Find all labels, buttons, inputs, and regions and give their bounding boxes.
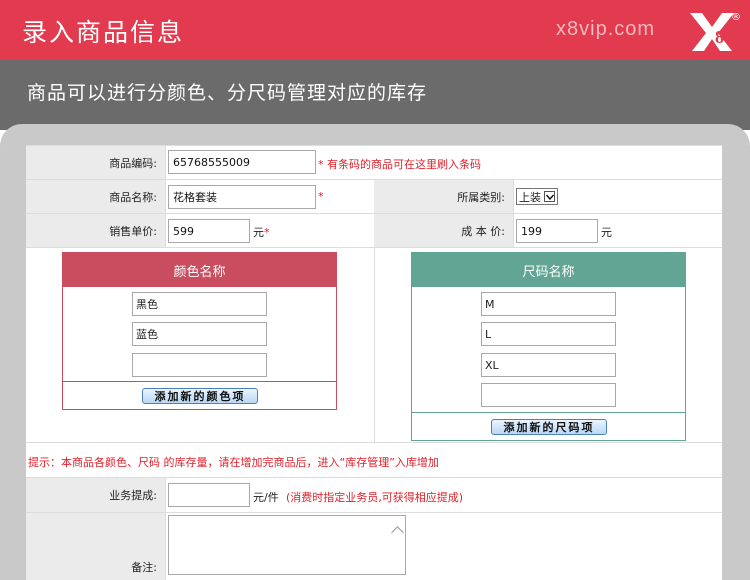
size-panel: 尺码名称 M L XL 添加新的尺码项 — [411, 252, 686, 441]
subtitle-band: 商品可以进行分颜色、分尺码管理对应的库存 — [0, 60, 750, 130]
svg-text:®: ® — [731, 12, 740, 23]
color-panel-header: 颜色名称 — [63, 253, 336, 287]
stock-tip: 提示：本商品各颜色、尺码 的库存量，请在增加完商品后，进入“库存管理”入库增加 — [28, 456, 439, 469]
remark-textarea[interactable] — [168, 515, 406, 575]
size-input-1[interactable]: M — [481, 292, 616, 316]
color-input-2[interactable]: 蓝色 — [132, 322, 267, 346]
product-code-input[interactable]: 65768555009 — [168, 150, 316, 174]
subtitle-text: 商品可以进行分颜色、分尺码管理对应的库存 — [27, 82, 428, 104]
top-banner: 录入商品信息 x8vip.com 8 ® — [0, 0, 750, 60]
commission-label: 业务提成: — [26, 478, 165, 512]
row-product-code: 商品编码: 65768555009 * 有条码的商品可在这里刷入条码 — [26, 146, 722, 180]
color-input-3[interactable] — [132, 353, 267, 377]
brand-logo: 8 ® — [688, 7, 741, 53]
row-variants: 颜色名称 黑色 蓝色 添加新的颜色项 尺码名称 M L XL 添加新的尺码项 — [26, 248, 722, 443]
cost-label: 成 本 价: — [374, 214, 513, 247]
chevron-down-icon[interactable] — [544, 191, 555, 202]
add-size-button[interactable]: 添加新的尺码项 — [491, 419, 607, 435]
color-panel: 颜色名称 黑色 蓝色 添加新的颜色项 — [62, 252, 337, 410]
scroll-up-icon[interactable] — [391, 526, 404, 539]
size-input-2[interactable]: L — [481, 322, 616, 346]
row-commission: 业务提成: 元/件 (消费时指定业务员,可获得相应提成) — [26, 478, 722, 513]
row-price: 销售单价: 599 元* 成 本 价: 199 元 — [26, 214, 722, 248]
product-name-input[interactable]: 花格套装 — [168, 185, 316, 209]
product-code-label: 商品编码: — [26, 146, 165, 179]
add-color-button[interactable]: 添加新的颜色项 — [142, 388, 258, 404]
size-panel-header: 尺码名称 — [412, 253, 685, 287]
size-input-3[interactable]: XL — [481, 353, 616, 377]
commission-hint: (消费时指定业务员,可获得相应提成) — [286, 491, 464, 504]
row-remark: 备注: — [26, 513, 722, 580]
price-required: * — [264, 226, 270, 239]
product-name-label: 商品名称: — [26, 180, 165, 213]
product-name-required: * — [318, 190, 324, 203]
cost-unit: 元 — [601, 226, 612, 239]
price-unit: 元* — [253, 226, 270, 239]
size-input-4[interactable] — [481, 383, 616, 407]
price-label: 销售单价: — [26, 214, 165, 247]
cost-input[interactable]: 199 — [516, 219, 598, 243]
product-code-hint: * 有条码的商品可在这里刷入条码 — [318, 158, 481, 171]
category-select[interactable]: 上装 — [516, 188, 558, 205]
remark-label: 备注: — [26, 513, 165, 580]
row-product-name: 商品名称: 花格套装 * 所属类别: 上装 — [26, 180, 722, 214]
site-domain: x8vip.com — [556, 18, 656, 40]
color-input-1[interactable]: 黑色 — [132, 292, 267, 316]
page-title: 录入商品信息 — [22, 18, 185, 47]
svg-text:8: 8 — [715, 27, 724, 47]
product-form: 商品编码: 65768555009 * 有条码的商品可在这里刷入条码 商品名称:… — [26, 145, 722, 580]
commission-input[interactable] — [168, 483, 250, 507]
category-label: 所属类别: — [374, 180, 513, 213]
commission-unit: 元/件 — [253, 491, 279, 504]
price-input[interactable]: 599 — [168, 219, 250, 243]
row-tip: 提示：本商品各颜色、尺码 的库存量，请在增加完商品后，进入“库存管理”入库增加 — [26, 443, 722, 478]
category-selected: 上装 — [519, 190, 541, 204]
